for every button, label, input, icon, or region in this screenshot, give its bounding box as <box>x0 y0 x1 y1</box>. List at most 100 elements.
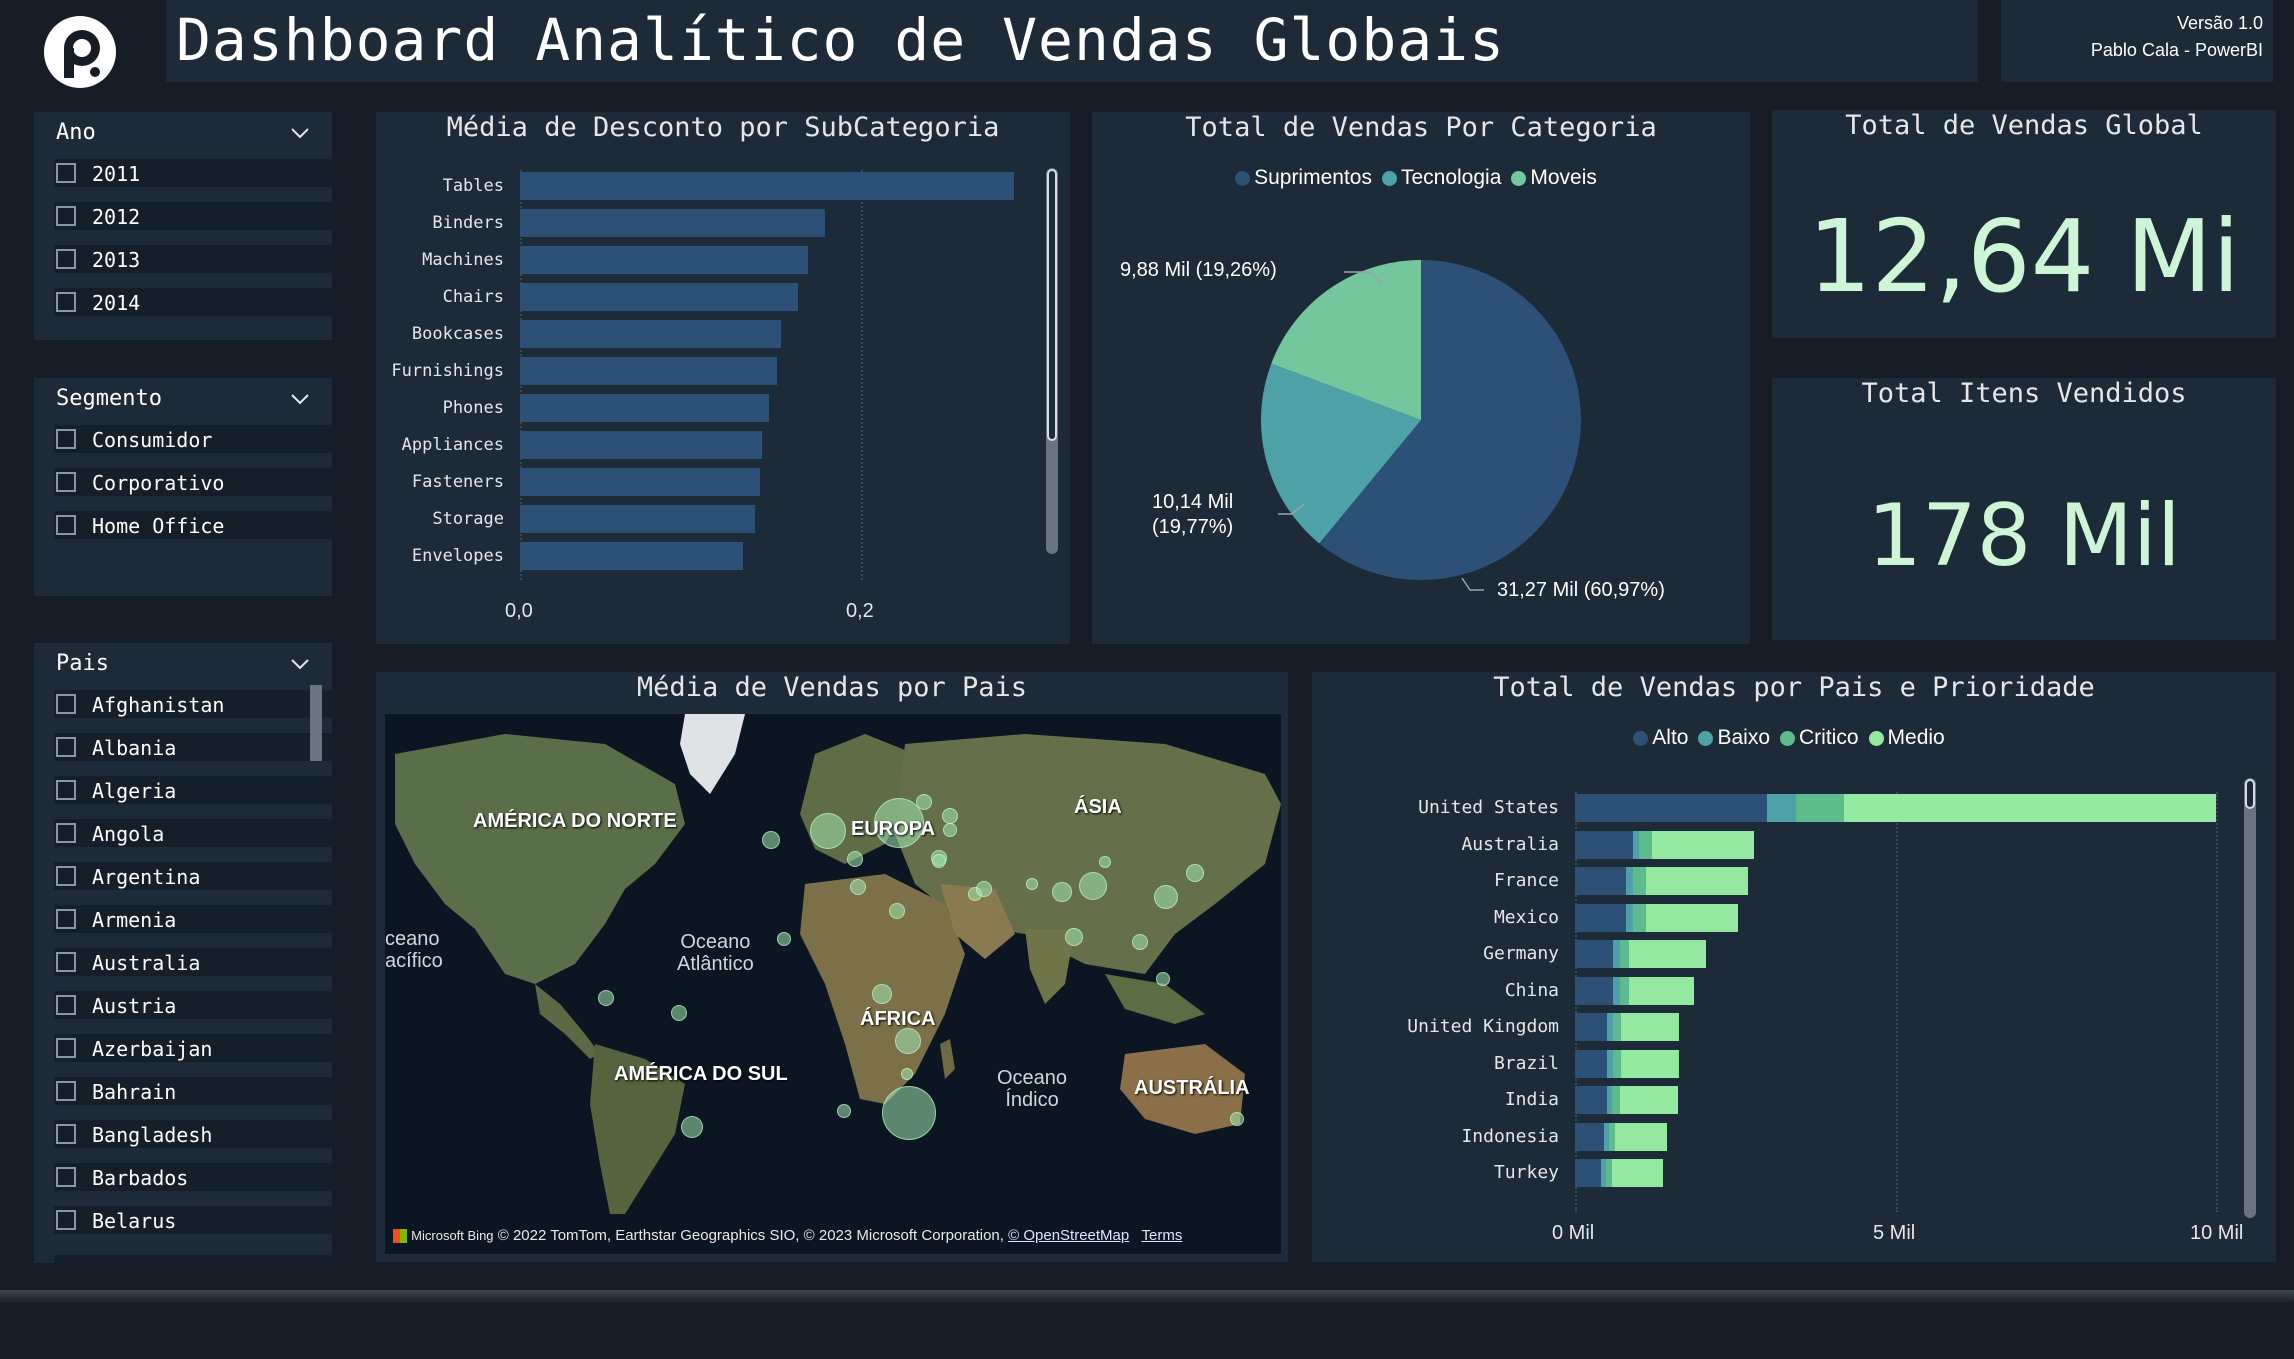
checkbox[interactable] <box>56 292 76 312</box>
checkbox[interactable] <box>56 472 76 492</box>
slicer-item[interactable]: 2012 <box>54 202 334 230</box>
bar[interactable] <box>520 542 744 570</box>
scrollbar-thumb[interactable] <box>1047 169 1057 441</box>
checkbox[interactable] <box>56 909 76 929</box>
bar[interactable] <box>520 357 778 385</box>
slicer-item[interactable]: Azerbaijan <box>54 1034 332 1062</box>
bar-segment-critico[interactable] <box>1619 940 1630 968</box>
map-bubble[interactable] <box>942 808 958 824</box>
map-bubble[interactable] <box>932 854 946 868</box>
bar-segment-critico[interactable] <box>1612 1086 1620 1114</box>
slicer-item[interactable]: Afghanistan <box>54 690 332 718</box>
checkbox[interactable] <box>56 1038 76 1058</box>
bar-segment-critico[interactable] <box>1613 1013 1622 1041</box>
map-bubble[interactable] <box>850 879 866 895</box>
map-bubble[interactable] <box>976 881 992 897</box>
map-bubble[interactable] <box>1026 878 1038 890</box>
map-bubble[interactable] <box>1065 928 1083 946</box>
bar-segment-alto[interactable] <box>1575 1086 1608 1114</box>
slicer-item[interactable]: Belarus <box>54 1206 332 1234</box>
map-bubble[interactable] <box>943 823 957 837</box>
bar[interactable] <box>520 209 826 237</box>
bar[interactable] <box>520 468 761 496</box>
slicer-item[interactable]: Austria <box>54 991 332 1019</box>
slicer-item[interactable]: Algeria <box>54 776 332 804</box>
checkbox[interactable] <box>56 737 76 757</box>
bar[interactable] <box>520 320 781 348</box>
checkbox[interactable] <box>56 823 76 843</box>
map-bubble[interactable] <box>1052 882 1072 902</box>
slicer-item[interactable]: Angola <box>54 819 332 847</box>
bar-segment-medio[interactable] <box>1645 867 1749 895</box>
checkbox[interactable] <box>56 780 76 800</box>
slicer-item[interactable]: Armenia <box>54 905 332 933</box>
map-bubble[interactable] <box>872 984 892 1004</box>
scrollbar-track[interactable] <box>2244 778 2256 1218</box>
bar-segment-alto[interactable] <box>1575 903 1627 932</box>
bar[interactable] <box>520 172 1015 200</box>
chevron-down-icon[interactable] <box>290 657 310 671</box>
map-bubble[interactable] <box>1186 864 1204 882</box>
slicer-item[interactable]: Bangladesh <box>54 1120 332 1148</box>
scrollbar-track[interactable] <box>1046 168 1058 554</box>
osm-link[interactable]: © OpenStreetMap <box>1008 1227 1129 1244</box>
legend-item[interactable]: Alto <box>1633 726 1688 750</box>
bar-segment-critico[interactable] <box>1632 867 1646 895</box>
bar-segment-alto[interactable] <box>1575 1049 1608 1078</box>
checkbox[interactable] <box>56 1124 76 1144</box>
bar-segment-medio[interactable] <box>1844 794 2216 822</box>
slicer-item[interactable]: Consumidor <box>54 425 334 453</box>
bar-segment-alto[interactable] <box>1575 867 1627 895</box>
bar-segment-medio[interactable] <box>1619 1086 1678 1114</box>
checkbox[interactable] <box>56 206 76 226</box>
world-map[interactable]: AMÉRICA DO NORTE EUROPA ÁSIA ÁFRICA AMÉR… <box>385 714 1281 1254</box>
map-bubble[interactable] <box>762 831 780 849</box>
checkbox[interactable] <box>56 1210 76 1230</box>
map-bubble[interactable] <box>777 932 791 946</box>
checkbox[interactable] <box>56 694 76 714</box>
map-bubble[interactable] <box>1230 1112 1244 1126</box>
map-bubble[interactable] <box>671 1005 687 1021</box>
checkbox[interactable] <box>56 1167 76 1187</box>
checkbox[interactable] <box>56 249 76 269</box>
bar[interactable] <box>520 431 763 459</box>
map-bubble[interactable] <box>916 794 932 810</box>
map-bubble[interactable] <box>901 1068 913 1080</box>
map-bubble[interactable] <box>1079 872 1107 900</box>
terms-link[interactable]: Terms <box>1141 1227 1182 1244</box>
bar-segment-medio[interactable] <box>1629 940 1707 968</box>
map-bubble[interactable] <box>889 903 905 919</box>
checkbox[interactable] <box>56 163 76 183</box>
legend-item[interactable]: Critico <box>1780 726 1859 750</box>
bar-segment-alto[interactable] <box>1575 1013 1608 1041</box>
slicer-item[interactable]: Australia <box>54 948 332 976</box>
bar[interactable] <box>520 505 756 533</box>
checkbox[interactable] <box>56 866 76 886</box>
map-bubble[interactable] <box>837 1104 851 1118</box>
bar-segment-critico[interactable] <box>1632 903 1646 932</box>
checkbox[interactable] <box>56 952 76 972</box>
bar-segment-medio[interactable] <box>1629 976 1694 1005</box>
slicer-item[interactable]: 2011 <box>54 159 334 187</box>
bar-segment-critico[interactable] <box>1639 830 1652 859</box>
bar-segment-medio[interactable] <box>1615 1122 1667 1151</box>
scrollbar-thumb[interactable] <box>310 685 322 761</box>
bar-segment-medio[interactable] <box>1651 830 1755 859</box>
bar-segment-alto[interactable] <box>1575 1159 1601 1187</box>
bar-segment-alto[interactable] <box>1575 1122 1604 1151</box>
bar-segment-alto[interactable] <box>1575 830 1633 859</box>
slicer-item[interactable]: Home Office <box>54 511 334 539</box>
bar-segment-medio[interactable] <box>1645 903 1739 932</box>
map-bubble[interactable] <box>895 1028 921 1054</box>
slicer-item[interactable]: 2014 <box>54 288 334 316</box>
checkbox[interactable] <box>56 515 76 535</box>
slicer-item[interactable]: Bahrain <box>54 1077 332 1105</box>
checkbox[interactable] <box>56 429 76 449</box>
slicer-item[interactable]: Albania <box>54 733 332 761</box>
map-bubble[interactable] <box>1132 934 1148 950</box>
checkbox[interactable] <box>56 995 76 1015</box>
legend-item[interactable]: Medio <box>1868 726 1945 750</box>
bar-segment-critico[interactable] <box>1619 976 1630 1005</box>
map-bubble[interactable] <box>810 813 846 849</box>
map-bubble[interactable] <box>1154 885 1178 909</box>
